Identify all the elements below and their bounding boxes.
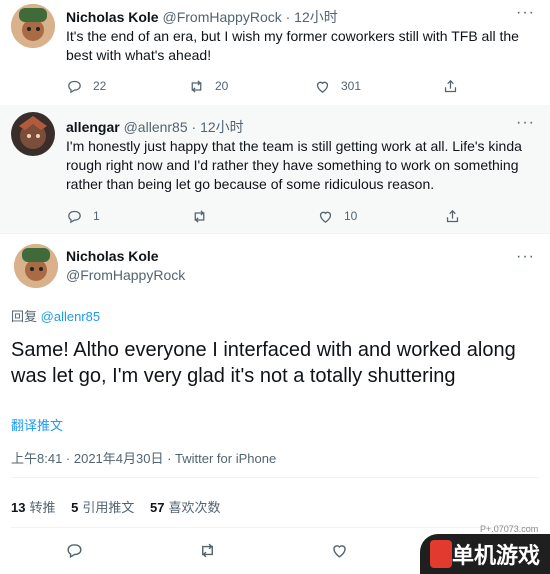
reply-button[interactable] [65, 540, 84, 560]
like-button[interactable]: 301 [314, 76, 361, 96]
like-button[interactable]: 10 [317, 206, 357, 226]
divider [11, 527, 539, 528]
tweet-text: I'm honestly just happy that the team is… [66, 138, 522, 192]
tweet-1[interactable]: Nicholas Kole @FromHappyRock · 12小时 ··· … [0, 0, 550, 106]
retweet-icon [202, 543, 213, 557]
avatar[interactable] [11, 4, 55, 48]
retweet-icon [194, 209, 205, 223]
timestamp[interactable]: · 12小时 [192, 119, 244, 135]
timestamp[interactable]: · 12小时 [286, 9, 338, 25]
likes-stat[interactable]: 57 喜欢次数 [150, 500, 220, 515]
like-icon [319, 211, 332, 223]
display-name[interactable]: Nicholas Kole [66, 9, 159, 25]
retweet-icon [191, 79, 202, 93]
retweet-button[interactable]: 20 [188, 76, 228, 96]
reply-icon [67, 543, 82, 558]
tweet-actions: 1 10 [66, 206, 466, 226]
user-handle[interactable]: @FromHappyRock [66, 267, 185, 283]
share-icon [446, 209, 459, 222]
translate-link[interactable]: 翻译推文 [11, 415, 63, 434]
tweet-2[interactable]: allengar @allenr85 · 12小时 ··· I'm honest… [0, 105, 550, 234]
reply-count: 1 [93, 209, 100, 223]
avatar[interactable] [14, 244, 58, 288]
user-handle[interactable]: @FromHappyRock [162, 9, 281, 25]
display-name[interactable]: allengar [66, 119, 120, 135]
more-icon[interactable]: ··· [516, 5, 534, 21]
like-count: 301 [341, 79, 362, 93]
reply-icon [68, 80, 81, 93]
more-icon[interactable]: ··· [516, 249, 534, 265]
user-handle[interactable]: @allenr85 [124, 119, 188, 135]
watermark-logo: 单机游戏 [420, 534, 550, 574]
avatar[interactable] [11, 112, 55, 156]
divider [11, 477, 539, 478]
share-icon [444, 79, 457, 92]
reply-context: 回复 @allenr85 [11, 306, 100, 325]
retweet-count: 20 [215, 79, 229, 93]
like-count: 10 [344, 209, 358, 223]
watermark-mark [430, 540, 452, 568]
watermark-url: P+.07073.com [480, 524, 539, 534]
share-button[interactable] [442, 76, 459, 96]
reply-button[interactable]: 1 [66, 206, 100, 226]
like-button[interactable] [330, 540, 349, 560]
retweet-button[interactable] [198, 540, 217, 560]
reply-to-link[interactable]: @allenr85 [41, 309, 100, 324]
reply-count: 22 [93, 79, 107, 93]
more-icon[interactable]: ··· [516, 115, 534, 131]
like-icon [316, 81, 329, 93]
tweet-meta[interactable]: 上午8:41 · 2021年4月30日 · Twitter for iPhone [11, 448, 276, 467]
like-icon [333, 544, 346, 558]
tweet-text: It's the end of an era, but I wish my fo… [66, 28, 519, 63]
display-name[interactable]: Nicholas Kole [66, 248, 159, 264]
reply-prefix: 回复 [11, 309, 38, 324]
share-button[interactable] [444, 206, 461, 226]
retweets-stat[interactable]: 13 转推 [11, 500, 55, 515]
tweet-actions: 22 20 301 [66, 76, 466, 96]
main-tweet-text: Same! Altho everyone I interfaced with a… [11, 339, 516, 387]
tweet-stats: 13 转推 5 引用推文 57 喜欢次数 [11, 497, 232, 516]
reply-button[interactable]: 22 [66, 76, 106, 96]
retweet-button[interactable] [191, 206, 208, 226]
quotes-stat[interactable]: 5 引用推文 [71, 500, 134, 515]
reply-icon [68, 210, 81, 223]
watermark-text: 单机游戏 [451, 543, 540, 568]
